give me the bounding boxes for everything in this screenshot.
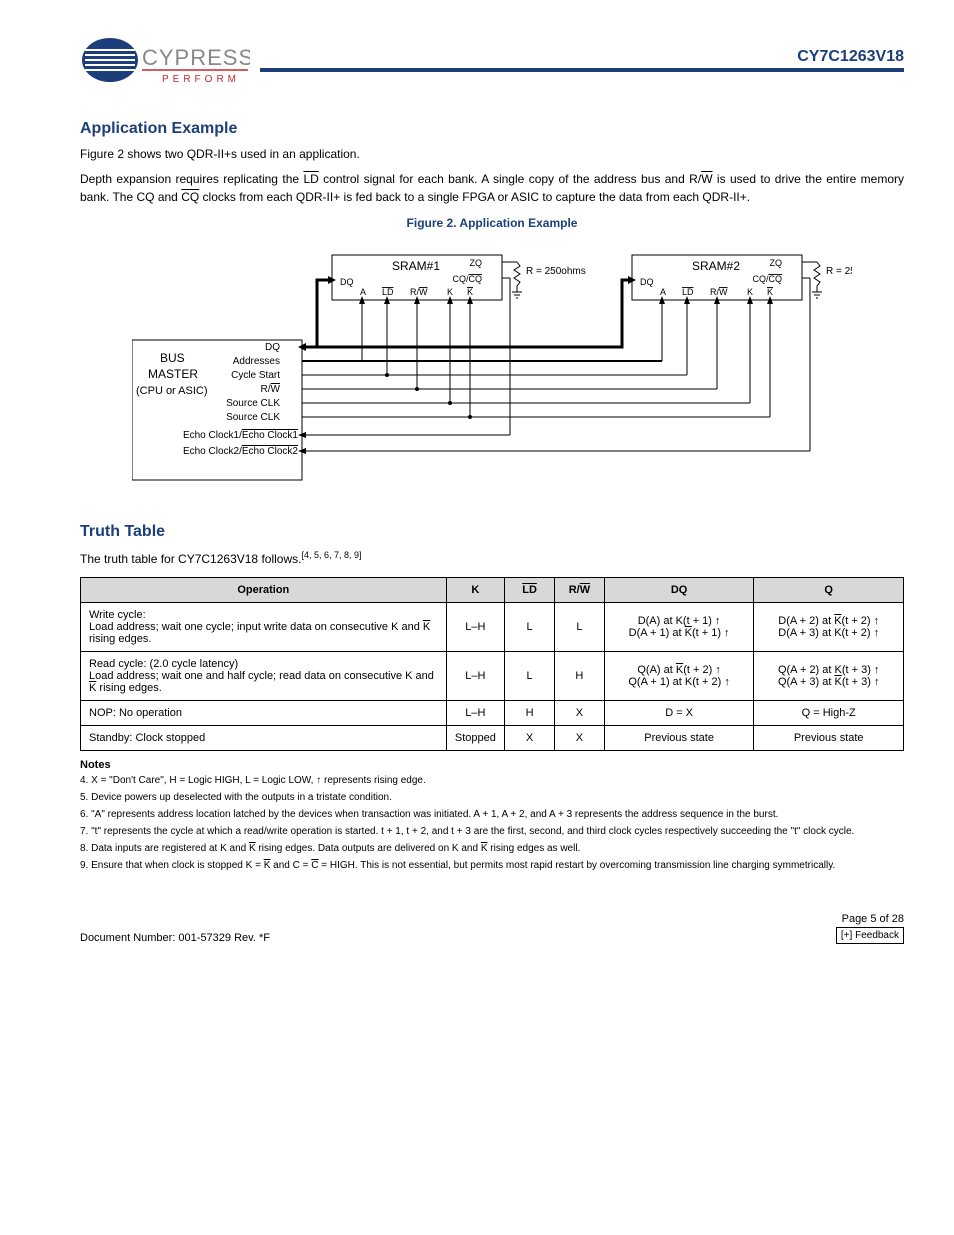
svg-text:(CPU or ASIC): (CPU or ASIC) [136,385,208,397]
svg-text:K: K [767,287,773,297]
figure-2-title: Figure 2. Application Example [80,216,904,230]
page-footer: Document Number: 001-57329 Rev. *F Page … [80,913,904,944]
svg-text:DQ: DQ [340,277,354,287]
svg-text:R/W: R/W [261,384,281,395]
header-rule [260,68,904,72]
svg-text:Echo Clock2/Echo Clock2: Echo Clock2/Echo Clock2 [183,446,298,457]
section-title-truth-table: Truth Table [80,523,904,541]
svg-text:R/W: R/W [710,287,728,297]
app-example-para2: Depth expansion requires replicating the… [80,171,904,206]
para-text: shows two QDR-II+s used in an applicatio… [124,147,360,161]
footnote-ref: [4, 5, 6, 7, 8, 9] [301,550,361,560]
note-item: 8. Data inputs are registered at K and K… [80,841,904,856]
svg-text:SRAM#1: SRAM#1 [392,259,440,273]
page-header: CYPRESS PERFORM [80,30,904,100]
svg-text:K: K [447,287,453,297]
table-row: NOP: No operation L–H H X D = X Q = High… [81,700,904,725]
svg-text:A: A [660,287,666,297]
svg-text:CQ/CQ: CQ/CQ [452,274,482,284]
table-row: Read cycle: (2.0 cycle latency)Load addr… [81,651,904,700]
svg-text:ZQ: ZQ [770,258,783,268]
svg-text:R = 250ohms: R = 250ohms [526,266,586,277]
note-item: 5. Device powers up deselected with the … [80,790,904,805]
svg-text:Source CLK: Source CLK [226,412,280,423]
note-item: 9. Ensure that when clock is stopped K =… [80,858,904,873]
app-example-para1: Figure 2 shows two QDR-II+s used in an a… [80,146,904,163]
svg-text:Addresses: Addresses [233,356,280,367]
svg-text:Echo Clock1/Echo Clock1: Echo Clock1/Echo Clock1 [183,430,298,441]
footer-page: Page 5 of 28 [842,913,904,925]
application-diagram: BUS MASTER (CPU or ASIC) DQ Addresses Cy… [80,240,904,503]
svg-text:LD: LD [682,287,694,297]
notes-label: Notes [80,759,904,771]
svg-text:MASTER: MASTER [148,367,198,381]
th-q: Q [754,577,904,602]
section-title-application-example: Application Example [80,120,904,138]
th-rw: R/W [554,577,604,602]
svg-text:LD: LD [382,287,394,297]
note-item: 6. "A" represents address location latch… [80,807,904,822]
th-operation: Operation [81,577,447,602]
footer-right: Page 5 of 28 [+] Feedback [836,913,904,944]
bus-label: BUS [160,351,185,365]
svg-text:CQ/CQ: CQ/CQ [752,274,782,284]
svg-text:DQ: DQ [265,342,280,353]
svg-text:ZQ: ZQ [470,258,483,268]
svg-text:R/W: R/W [410,287,428,297]
table-row: Standby: Clock stopped Stopped X X Previ… [81,725,904,750]
truth-table: Operation K LD R/W DQ Q Write cycle:Load… [80,577,904,751]
svg-text:PERFORM: PERFORM [162,74,240,85]
figure-ref: Figure 2 [80,147,124,161]
note-item: 4. X = "Don't Care", H = Logic HIGH, L =… [80,773,904,788]
svg-text:R = 250ohms: R = 250ohms [826,266,852,277]
note-item: 7. "t" represents the cycle at which a r… [80,824,904,839]
truth-table-intro: The truth table for CY7C1263V18 follows.… [80,549,904,568]
svg-text:K: K [747,287,753,297]
svg-text:Cycle Start: Cycle Start [231,370,280,381]
table-row: Write cycle:Load address; wait one cycle… [81,602,904,651]
svg-text:A: A [360,287,366,297]
th-k: K [446,577,505,602]
cypress-logo: CYPRESS PERFORM [80,30,250,100]
svg-text:K: K [467,287,473,297]
svg-text:Source CLK: Source CLK [226,398,280,409]
feedback-link[interactable]: [+] Feedback [836,927,904,944]
th-ld: LD [505,577,555,602]
svg-text:SRAM#2: SRAM#2 [692,259,740,273]
footer-doc-number: Document Number: 001-57329 Rev. *F [80,932,270,944]
svg-text:CYPRESS: CYPRESS [142,45,250,70]
part-number: CY7C1263V18 [797,48,904,66]
svg-text:DQ: DQ [640,277,654,287]
notes-list: 4. X = "Don't Care", H = Logic HIGH, L =… [80,773,904,873]
th-dq: DQ [604,577,754,602]
